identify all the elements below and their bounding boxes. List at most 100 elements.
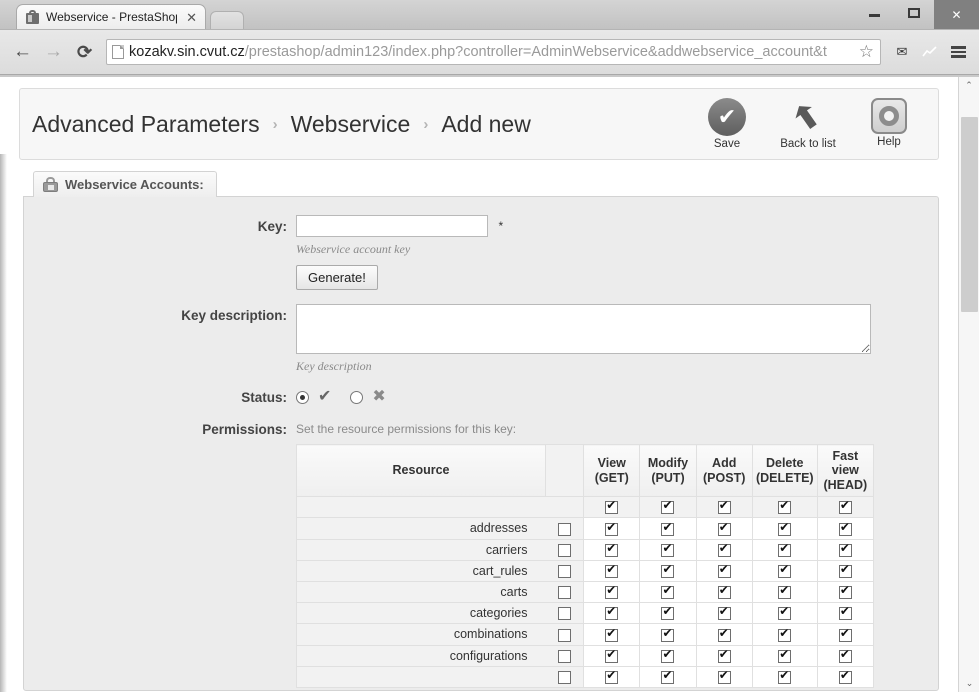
- browser-tab[interactable]: Webservice - PrestaShop™ ✕: [16, 4, 206, 29]
- checkbox-view[interactable]: [605, 605, 619, 621]
- checkbox-row-selector[interactable]: [557, 670, 571, 684]
- checkbox-delete[interactable]: [778, 669, 792, 684]
- permission-cell-add[interactable]: [695, 623, 753, 646]
- checkbox-delete[interactable]: [778, 521, 792, 536]
- permission-cell-delete[interactable]: [751, 538, 818, 561]
- row-selector-cell[interactable]: [545, 559, 585, 582]
- permission-cell-modify[interactable]: [639, 517, 697, 540]
- checkbox-row-selector[interactable]: [557, 543, 571, 557]
- checkbox-add[interactable]: [717, 605, 731, 621]
- checkbox-add[interactable]: [717, 521, 731, 536]
- row-selector-cell[interactable]: [545, 602, 585, 625]
- help-button[interactable]: Help: [858, 98, 920, 150]
- checkbox-fastview[interactable]: [838, 627, 852, 642]
- checkbox-modify[interactable]: [661, 499, 675, 515]
- breadcrumb-item-webservice[interactable]: Webservice: [291, 111, 411, 138]
- permission-cell-view[interactable]: [583, 623, 641, 646]
- checkbox-row-selector[interactable]: [557, 586, 571, 600]
- permission-cell-modify[interactable]: [639, 580, 697, 604]
- scrollbar-thumb[interactable]: [961, 117, 978, 312]
- close-window-button[interactable]: ✕: [934, 0, 979, 29]
- permission-cell-fastview[interactable]: [816, 580, 875, 604]
- checkbox-fastview[interactable]: [838, 563, 852, 578]
- permission-cell-view[interactable]: [583, 496, 641, 519]
- checkbox-fastview[interactable]: [838, 542, 852, 557]
- checkbox-row-selector[interactable]: [557, 564, 571, 578]
- checkbox-row-selector[interactable]: [557, 649, 571, 663]
- key-input[interactable]: [296, 215, 488, 237]
- checkbox-view[interactable]: [605, 648, 619, 663]
- checkbox-delete[interactable]: [778, 605, 792, 621]
- permission-cell-modify[interactable]: [639, 602, 697, 625]
- tab-close-icon[interactable]: ✕: [184, 11, 197, 24]
- generate-key-button[interactable]: Generate!: [296, 265, 378, 290]
- checkbox-fastview[interactable]: [838, 521, 852, 536]
- permission-cell-add[interactable]: [695, 496, 753, 519]
- permission-cell-delete[interactable]: [751, 602, 818, 625]
- permission-cell-add[interactable]: [695, 644, 753, 667]
- checkbox-view[interactable]: [605, 627, 619, 642]
- checkbox-view[interactable]: [605, 521, 619, 536]
- checkbox-add[interactable]: [717, 563, 731, 578]
- page-info-icon[interactable]: [112, 45, 124, 59]
- row-selector-cell[interactable]: [545, 580, 585, 604]
- checkbox-delete[interactable]: [778, 648, 792, 663]
- permission-cell-view[interactable]: [583, 538, 641, 561]
- permission-cell-fastview[interactable]: [816, 602, 875, 625]
- checkbox-fastview[interactable]: [838, 584, 852, 600]
- checkbox-modify[interactable]: [661, 669, 675, 684]
- checkbox-view[interactable]: [605, 499, 619, 515]
- permission-cell-modify[interactable]: [639, 538, 697, 561]
- permission-cell-fastview[interactable]: [816, 559, 875, 582]
- row-selector-cell[interactable]: [545, 665, 585, 688]
- checkbox-delete[interactable]: [778, 499, 792, 515]
- back-navigation-icon[interactable]: ←: [8, 38, 37, 67]
- checkbox-add[interactable]: [717, 627, 731, 642]
- checkbox-fastview[interactable]: [838, 648, 852, 663]
- back-to-list-button[interactable]: Back to list: [777, 98, 839, 150]
- forward-navigation-icon[interactable]: →: [39, 38, 68, 67]
- permission-cell-modify[interactable]: [639, 496, 697, 519]
- vertical-scrollbar[interactable]: ⌃ ⌄: [958, 77, 979, 692]
- row-selector-cell[interactable]: [545, 644, 585, 667]
- row-selector-cell[interactable]: [545, 517, 585, 540]
- permission-cell-modify[interactable]: [639, 665, 697, 688]
- new-tab-button[interactable]: [210, 11, 244, 29]
- permission-cell-add[interactable]: [695, 517, 753, 540]
- key-description-textarea[interactable]: [296, 304, 871, 354]
- scroll-down-icon[interactable]: ⌄: [959, 675, 979, 692]
- save-button[interactable]: ✔ Save: [696, 98, 758, 150]
- permission-cell-delete[interactable]: [751, 623, 818, 646]
- checkbox-modify[interactable]: [661, 521, 675, 536]
- bookmark-star-icon[interactable]: ☆: [859, 42, 876, 62]
- permission-cell-add[interactable]: [695, 602, 753, 625]
- address-bar[interactable]: kozakv.sin.cvut.cz/prestashop/admin123/i…: [106, 39, 881, 65]
- reload-icon[interactable]: ⟳: [70, 38, 99, 67]
- checkbox-fastview[interactable]: [838, 499, 852, 515]
- checkbox-row-selector[interactable]: [557, 628, 571, 642]
- permission-cell-fastview[interactable]: [816, 623, 875, 646]
- row-selector-cell[interactable]: [545, 538, 585, 561]
- permission-cell-fastview[interactable]: [816, 538, 875, 561]
- checkbox-delete[interactable]: [778, 627, 792, 642]
- maximize-button[interactable]: [894, 0, 934, 25]
- permission-cell-view[interactable]: [583, 602, 641, 625]
- permission-cell-modify[interactable]: [639, 644, 697, 667]
- permission-cell-fastview[interactable]: [816, 665, 875, 688]
- checkbox-delete[interactable]: [778, 542, 792, 557]
- permission-cell-modify[interactable]: [639, 559, 697, 582]
- permission-cell-add[interactable]: [695, 538, 753, 561]
- status-disabled-radio[interactable]: [350, 390, 364, 404]
- row-selector-cell[interactable]: [545, 623, 585, 646]
- hamburger-menu-icon[interactable]: [945, 39, 971, 65]
- checkbox-view[interactable]: [605, 542, 619, 557]
- checkbox-add[interactable]: [717, 499, 731, 515]
- breadcrumb-item-advanced-parameters[interactable]: Advanced Parameters: [32, 111, 260, 138]
- permission-cell-view[interactable]: [583, 517, 641, 540]
- permission-cell-delete[interactable]: [751, 580, 818, 604]
- permission-cell-delete[interactable]: [751, 496, 818, 519]
- permission-cell-delete[interactable]: [751, 665, 818, 688]
- status-enabled-radio[interactable]: [296, 390, 309, 404]
- permission-cell-add[interactable]: [695, 580, 753, 604]
- checkbox-delete[interactable]: [778, 563, 792, 578]
